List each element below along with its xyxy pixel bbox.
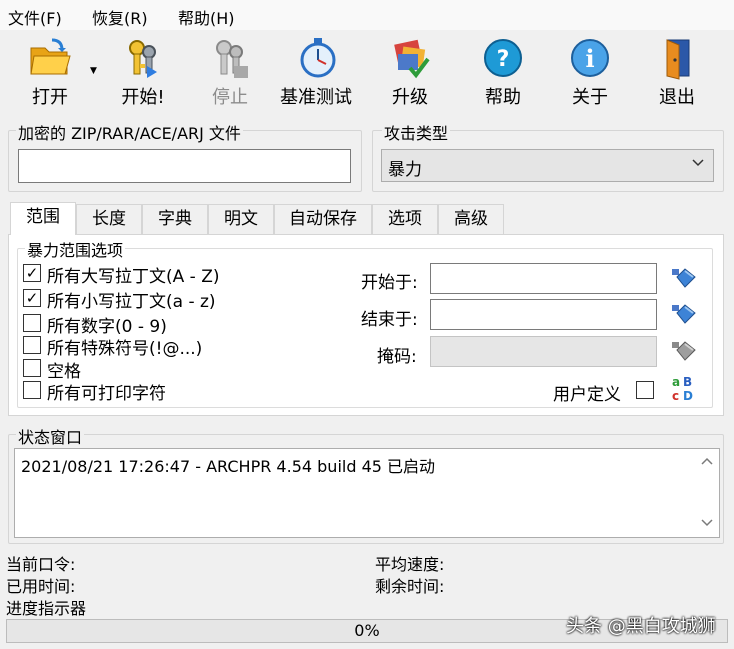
checkbox-lowercase-label: 所有小写拉丁文(a - z) (47, 292, 216, 312)
upgrade-button[interactable]: 升级 (370, 36, 450, 109)
checkbox-lowercase[interactable]: ✓ (23, 289, 41, 307)
open-folder-icon (28, 36, 72, 80)
keys-icon (121, 36, 165, 80)
benchmark-button[interactable]: 基准测试 (278, 36, 358, 109)
info-icon: i (568, 36, 612, 80)
stop-button[interactable]: 停止 (190, 36, 270, 109)
help-icon: ? (481, 36, 525, 80)
checkbox-uppercase-label: 所有大写拉丁文(A - Z) (47, 267, 220, 287)
menu-recover[interactable]: 恢复(R) (92, 5, 148, 29)
help-button[interactable]: ? 帮助 (463, 36, 543, 109)
end-at-label: 结束于: (361, 310, 418, 330)
tab-advanced[interactable]: 高级 (438, 204, 504, 234)
average-speed-label: 平均速度: (375, 555, 445, 574)
checkbox-printable-label: 所有可打印字符 (47, 384, 166, 404)
mask-label: 掩码: (377, 347, 417, 367)
svg-text:D: D (683, 389, 693, 403)
upgrade-label: 升级 (392, 87, 428, 108)
start-from-label: 开始于: (361, 273, 418, 293)
remaining-time-label: 剩余时间: (375, 577, 445, 596)
tab-range[interactable]: 范围 (10, 202, 76, 235)
checkbox-digits[interactable] (23, 314, 41, 332)
tab-options[interactable]: 选项 (372, 204, 438, 234)
progress-indicator-label: 进度指示器 (6, 599, 87, 618)
end-at-input[interactable] (430, 299, 657, 330)
menu-help[interactable]: 帮助(H) (178, 5, 235, 29)
watermark-text: 头条 @黑白攻城狮 (566, 616, 716, 637)
progress-text: 0% (354, 621, 380, 640)
open-label: 打开 (32, 87, 68, 108)
attack-type-select[interactable]: 暴力 (381, 149, 714, 182)
scroll-up-icon[interactable] (701, 455, 713, 469)
attack-type-value: 暴力 (388, 160, 422, 180)
svg-text:a: a (672, 375, 680, 389)
current-password-label: 当前口令: (6, 555, 76, 574)
file-path-input[interactable] (18, 149, 351, 183)
start-from-input[interactable] (430, 263, 657, 294)
tab-length[interactable]: 长度 (76, 204, 142, 234)
exit-door-icon (655, 36, 699, 80)
svg-text:i: i (585, 44, 594, 73)
stopwatch-icon (296, 36, 340, 80)
tab-dictionary[interactable]: 字典 (142, 204, 208, 234)
checkbox-space[interactable] (23, 359, 41, 377)
checkbox-special[interactable] (23, 336, 41, 354)
status-log-line: 2021/08/21 17:26:47 - ARCHPR 4.54 build … (21, 457, 436, 476)
benchmark-label: 基准测试 (280, 87, 352, 108)
file-group-title: 加密的 ZIP/RAR/ACE/ARJ 文件 (16, 120, 243, 144)
svg-text:B: B (683, 375, 692, 389)
menu-file[interactable]: 文件(F) (8, 5, 62, 29)
status-group-title: 状态窗口 (16, 424, 85, 448)
status-log[interactable]: 2021/08/21 17:26:47 - ARCHPR 4.54 build … (14, 448, 720, 538)
menu-bar: 文件(F) 恢复(R) 帮助(H) (0, 0, 734, 30)
upgrade-icon (388, 36, 432, 80)
tab-plaintext[interactable]: 明文 (208, 204, 274, 234)
elapsed-time-label: 已用时间: (6, 577, 76, 596)
checkbox-uppercase[interactable]: ✓ (23, 264, 41, 282)
open-button[interactable]: 打开 (10, 36, 90, 109)
charset-abcd-icon[interactable]: aBcD (671, 373, 697, 403)
svg-text:c: c (672, 389, 679, 403)
keys-disabled-icon (208, 36, 252, 80)
chevron-down-icon (691, 156, 705, 174)
start-label: 开始! (121, 87, 165, 108)
mask-input[interactable] (430, 336, 657, 367)
user-defined-checkbox[interactable] (636, 381, 654, 399)
open-dropdown-icon[interactable]: ▼ (90, 66, 97, 76)
tab-autosave[interactable]: 自动保存 (274, 204, 372, 234)
user-defined-label: 用户定义 (553, 385, 621, 405)
checkbox-printable[interactable] (23, 381, 41, 399)
exit-button[interactable]: 退出 (637, 36, 717, 109)
end-at-picker-icon[interactable] (671, 301, 697, 325)
svg-text:?: ? (497, 47, 510, 72)
mask-picker-icon[interactable] (671, 338, 697, 362)
start-button[interactable]: 开始! (103, 36, 183, 109)
start-from-picker-icon[interactable] (671, 265, 697, 289)
about-label: 关于 (572, 87, 608, 108)
stop-label: 停止 (212, 87, 248, 108)
help-label: 帮助 (485, 87, 521, 108)
range-group-title: 暴力范围选项 (25, 237, 126, 261)
range-tab-panel: 暴力范围选项 ✓ 所有大写拉丁文(A - Z) ✓ 所有小写拉丁文(a - z)… (8, 234, 724, 416)
scroll-down-icon[interactable] (701, 517, 713, 531)
exit-label: 退出 (659, 87, 695, 108)
checkbox-special-label: 所有特殊符号(!@...) (47, 339, 203, 359)
attack-group-title: 攻击类型 (382, 120, 451, 144)
about-button[interactable]: i 关于 (550, 36, 630, 109)
